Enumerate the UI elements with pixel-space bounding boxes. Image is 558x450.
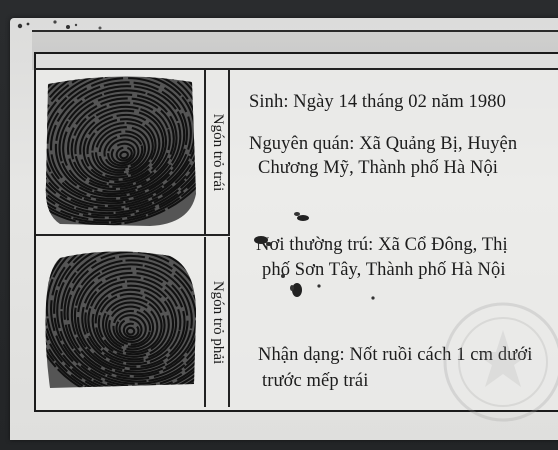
- origin-line-2: Chương Mỹ, Thành phố Hà Nội: [258, 158, 499, 178]
- origin-line-1: Nguyên quán: Xã Quảng Bị, Huyện: [249, 134, 518, 154]
- left-index-fingerprint-icon: [45, 76, 197, 227]
- ink-smudge-icon: [254, 212, 375, 300]
- birth-date-text: Sinh: Ngày 14 tháng 02 năm 1980: [249, 92, 506, 112]
- features-line-2: trước mếp trái: [262, 371, 369, 391]
- right-index-fingerprint-icon: [45, 251, 196, 389]
- right-index-label-cell: Ngón trỏ phải: [206, 237, 230, 407]
- left-index-label: Ngón trỏ trái: [210, 113, 227, 192]
- left-index-label-cell: Ngón trỏ trái: [206, 70, 230, 235]
- print-row-divider: [36, 234, 230, 236]
- right-index-label: Ngón trỏ phải: [210, 280, 227, 364]
- embossed-seal-icon: [443, 302, 558, 422]
- document-photo: Ngón trỏ trái Ngón trỏ phải Sinh: Ngày 1…: [0, 0, 558, 450]
